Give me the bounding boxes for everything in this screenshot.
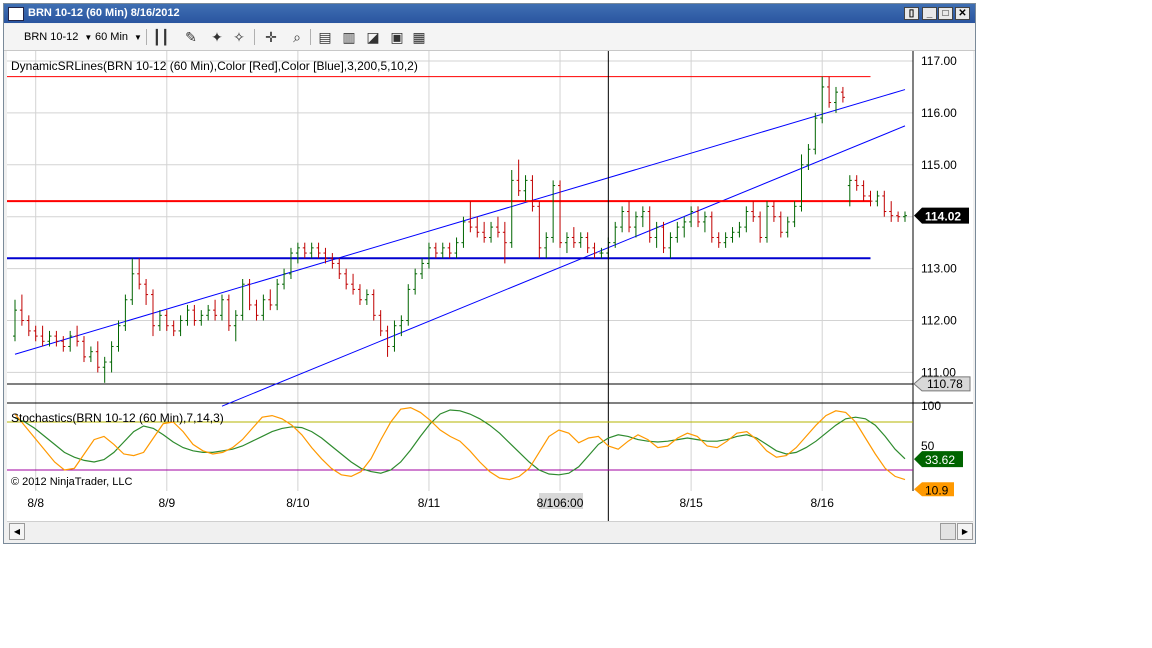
last-price-label: 114.02 bbox=[925, 210, 961, 224]
chart-app-icon bbox=[8, 7, 24, 21]
price-axis-label: 113.00 bbox=[921, 262, 957, 276]
restore-button[interactable]: ▯ bbox=[904, 7, 919, 20]
chevron-down-icon: ▼ bbox=[84, 33, 93, 42]
scroll-right-button[interactable]: ▶ bbox=[957, 523, 973, 540]
osc-axis-label: 50 bbox=[921, 439, 935, 453]
crosshair-icon[interactable]: ✛ bbox=[262, 28, 280, 46]
toolbar-divider bbox=[310, 29, 311, 45]
chart-background bbox=[7, 51, 973, 521]
scroll-thumb[interactable] bbox=[940, 523, 956, 540]
time-axis-label: 8/10 bbox=[286, 496, 310, 510]
indicators-icon[interactable]: ▥ bbox=[340, 28, 358, 46]
magic-wand-icon[interactable]: ✦ bbox=[208, 28, 226, 46]
scroll-left-button[interactable]: ◀ bbox=[9, 523, 25, 540]
interval-label: 60 Min bbox=[95, 31, 129, 43]
toolbar-divider bbox=[146, 29, 147, 45]
zoom-icon[interactable]: ⌕ bbox=[288, 28, 306, 46]
price-axis-label: 115.00 bbox=[921, 158, 957, 172]
chart-trader-icon[interactable]: ▦ bbox=[410, 28, 428, 46]
price-chart[interactable]: 117.00116.00115.00114.00113.00112.00111.… bbox=[7, 51, 973, 521]
bar-type-icon[interactable]: ┃┃ bbox=[152, 28, 170, 46]
price-indicator-title: DynamicSRLines(BRN 10-12 (60 Min),Color … bbox=[11, 59, 418, 73]
toolbar-divider bbox=[254, 29, 255, 45]
wand-disabled-icon[interactable]: ✧ bbox=[230, 28, 248, 46]
minimize-button[interactable]: _ bbox=[922, 7, 937, 20]
horizontal-scrollbar[interactable]: ◀ ▶ bbox=[7, 521, 973, 542]
maximize-button[interactable]: □ bbox=[938, 7, 953, 20]
strategies-icon[interactable]: ◪ bbox=[364, 28, 382, 46]
stoch-k-value: 10.9 bbox=[925, 483, 949, 497]
time-axis-label: 8/9 bbox=[158, 496, 175, 510]
chart-toolbar: BRN 10-12 ▼ 60 Min ▼ ┃┃ ✎ ✦ ✧ ✛ ⌕ ▤ ▥ ◪ ▣ … bbox=[4, 24, 975, 51]
properties-icon[interactable]: ▤ bbox=[316, 28, 334, 46]
copyright-text: © 2012 NinjaTrader, LLC bbox=[11, 476, 132, 488]
chart-window: BRN 10-12 (60 Min) 8/16/2012 ▯ _ □ ✕ BRN… bbox=[3, 3, 976, 544]
price-axis-label: 112.00 bbox=[921, 314, 957, 328]
pencil-draw-icon[interactable]: ✎ bbox=[182, 28, 200, 46]
stoch-indicator-title: Stochastics(BRN 10-12 (60 Min),7,14,3) bbox=[11, 411, 224, 425]
time-axis-label: 8/106:00 bbox=[537, 496, 584, 510]
time-axis-label: 8/11 bbox=[418, 496, 441, 510]
window-title: BRN 10-12 (60 Min) 8/16/2012 bbox=[28, 7, 180, 19]
title-bar[interactable]: BRN 10-12 (60 Min) 8/16/2012 ▯ _ □ ✕ bbox=[4, 4, 975, 23]
time-axis-label: 8/16 bbox=[811, 496, 835, 510]
data-box-icon[interactable]: ▣ bbox=[388, 28, 406, 46]
osc-axis-label: 100 bbox=[921, 399, 941, 413]
chevron-down-icon: ▼ bbox=[134, 33, 142, 42]
time-axis-label: 8/15 bbox=[679, 496, 703, 510]
close-button[interactable]: ✕ bbox=[955, 7, 970, 20]
price-axis-label: 116.00 bbox=[921, 106, 957, 120]
price-axis-label: 117.00 bbox=[921, 54, 957, 68]
time-axis-label: 8/8 bbox=[27, 496, 44, 510]
background-window-edge bbox=[977, 0, 985, 545]
instrument-selector[interactable]: BRN 10-12 ▼ bbox=[24, 29, 92, 45]
stoch-d-value: 33.62 bbox=[925, 453, 955, 467]
instrument-label: BRN 10-12 bbox=[24, 31, 79, 43]
crosshair-price-label: 110.78 bbox=[927, 377, 963, 391]
interval-selector[interactable]: 60 Min ▼ bbox=[95, 29, 142, 45]
